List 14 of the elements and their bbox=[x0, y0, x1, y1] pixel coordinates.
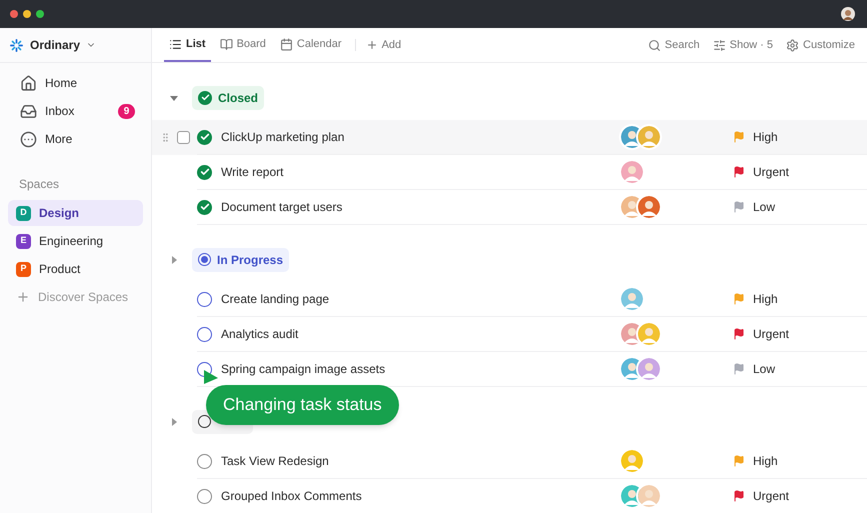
callout-tooltip: Changing task status bbox=[206, 385, 399, 425]
priority-label: Low bbox=[753, 199, 776, 216]
priority-label: Urgent bbox=[753, 326, 790, 343]
priority-label: Urgent bbox=[753, 488, 790, 505]
section-label: Spaces bbox=[18, 176, 60, 193]
space-avatar: E bbox=[16, 234, 31, 248]
priority-label: High bbox=[753, 129, 778, 146]
count-badge: 9 bbox=[118, 104, 135, 118]
priority-label: High bbox=[753, 291, 778, 308]
space-avatar: P bbox=[16, 262, 31, 276]
priority-label: Low bbox=[753, 361, 776, 378]
space-avatar: D bbox=[16, 206, 31, 220]
priority-label: Urgent bbox=[753, 164, 790, 181]
priority-label: High bbox=[753, 453, 778, 470]
